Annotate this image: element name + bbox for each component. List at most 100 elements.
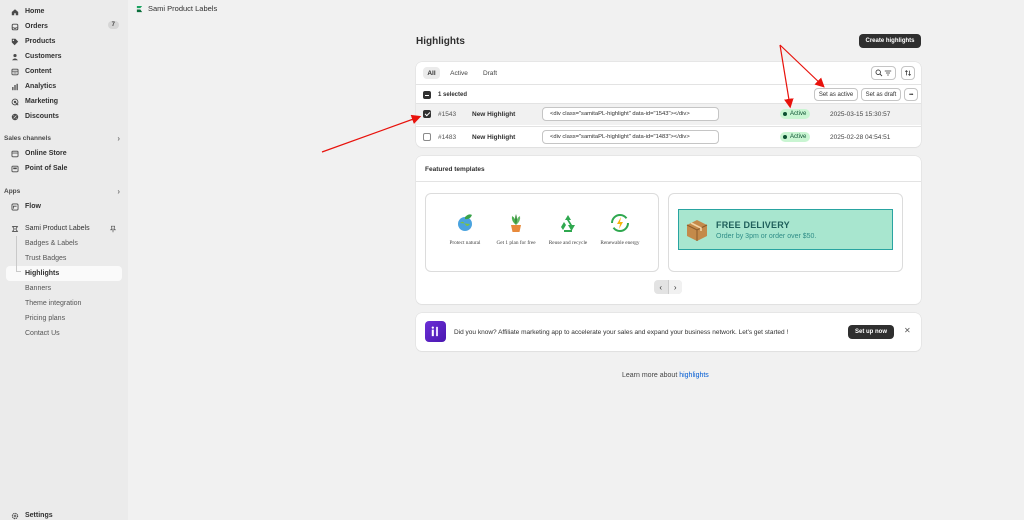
tree-line xyxy=(16,236,17,271)
free-delivery-template[interactable]: FREE DELIVERY Order by 3pm or order over… xyxy=(668,193,903,272)
nav-products[interactable]: Products xyxy=(0,34,128,49)
sidebar: Home Orders 7 Products Customers Content… xyxy=(0,0,128,520)
row-checkbox[interactable] xyxy=(423,133,431,141)
sub-trust-badges[interactable]: Trust Badges xyxy=(0,251,128,266)
next-page-button[interactable]: › xyxy=(667,280,682,294)
free-delivery-banner: FREE DELIVERY Order by 3pm or order over… xyxy=(678,209,893,250)
nav-label: Home xyxy=(25,8,45,15)
orders-icon xyxy=(11,23,19,31)
bulk-actions-bar: 1 selected Set as active Set as draft ••… xyxy=(416,84,921,104)
eco-item: Reuse and recycle xyxy=(543,212,593,246)
nav-analytics[interactable]: Analytics xyxy=(0,79,128,94)
filter-tabs: All Active Draft xyxy=(416,62,921,83)
create-highlights-button[interactable]: Create highlights xyxy=(859,34,921,48)
nav-home[interactable]: Home xyxy=(0,4,128,19)
delivery-text: FREE DELIVERY Order by 3pm or order over… xyxy=(716,220,816,240)
set-as-draft-button[interactable]: Set as draft xyxy=(861,88,901,101)
table-row[interactable]: #1543 New Highlight <div class="samitaPL… xyxy=(416,104,921,125)
embed-code-field[interactable]: <div class="samitaPL-highlight" data-id=… xyxy=(542,130,719,144)
tab-active[interactable]: Active xyxy=(446,67,472,79)
nav-label: Discounts xyxy=(25,113,59,120)
highlights-link[interactable]: highlights xyxy=(679,372,709,379)
row-date: 2025-03-15 15:30:57 xyxy=(830,111,891,118)
nav-online-store[interactable]: Online Store xyxy=(0,146,128,161)
banner-message: Did you know? Affiliate marketing app to… xyxy=(454,329,789,336)
set-up-now-button[interactable]: Set up now xyxy=(848,325,894,339)
flow-icon xyxy=(11,203,19,211)
embed-code-field[interactable]: <div class="samitaPL-highlight" data-id=… xyxy=(542,107,719,121)
tag-icon xyxy=(11,38,19,46)
nav-point-of-sale[interactable]: Point of Sale xyxy=(0,161,128,176)
renewable-energy-icon xyxy=(611,214,629,232)
table-row[interactable]: #1483 New Highlight <div class="samitaPL… xyxy=(416,126,921,147)
search-filter-button[interactable] xyxy=(871,66,896,80)
eco-item: Renewable energy xyxy=(595,212,645,246)
sami-logo-icon xyxy=(11,225,19,233)
nav-label: Content xyxy=(25,68,52,75)
status-label: Active xyxy=(790,134,807,140)
eco-label: Reuse and recycle xyxy=(548,240,588,246)
divider xyxy=(416,181,921,182)
nav-settings[interactable]: Settings xyxy=(0,508,128,520)
annotation-arrow xyxy=(321,114,422,153)
orders-count-badge: 7 xyxy=(107,21,119,29)
select-all-checkbox[interactable] xyxy=(423,91,431,99)
sub-contact-us[interactable]: Contact Us xyxy=(0,326,128,341)
eco-label: Renewable energy xyxy=(600,240,640,246)
home-icon xyxy=(11,8,19,16)
eco-template[interactable]: Protect natural Get 1 plan for free Reus… xyxy=(425,193,659,272)
learn-more-text: Learn more about xyxy=(622,372,678,379)
sub-badges-labels[interactable]: Badges & Labels xyxy=(0,236,128,251)
chevron-left-icon: ‹ xyxy=(659,282,663,292)
apps-heading[interactable]: Apps › xyxy=(0,184,128,199)
search-icon xyxy=(875,69,883,77)
row-name[interactable]: New Highlight xyxy=(472,134,515,141)
tab-all[interactable]: All xyxy=(423,67,440,79)
close-icon[interactable]: ✕ xyxy=(904,326,911,335)
affiliate-logo-icon xyxy=(431,326,439,337)
analytics-icon xyxy=(11,83,19,91)
app-title-bar: Sami Product Labels xyxy=(136,4,217,13)
chevron-right-icon: › xyxy=(673,282,677,292)
selected-count: 1 selected xyxy=(438,92,468,98)
chevron-right-icon: › xyxy=(117,134,120,143)
row-name[interactable]: New Highlight xyxy=(472,111,515,118)
nav-sami-product-labels[interactable]: Sami Product Labels xyxy=(0,221,128,236)
delivery-subtext: Order by 3pm or order over $50. xyxy=(716,232,817,240)
pos-icon xyxy=(11,165,19,173)
pin-icon[interactable] xyxy=(109,225,117,235)
sales-channels-heading[interactable]: Sales channels › xyxy=(0,131,128,146)
sub-banners[interactable]: Banners xyxy=(0,281,128,296)
nav-label: Products xyxy=(25,38,56,45)
affiliate-banner-card: Did you know? Affiliate marketing app to… xyxy=(416,313,921,351)
sub-pricing-plans[interactable]: Pricing plans xyxy=(0,311,128,326)
featured-templates-card: Featured templates Protect natural Get 1… xyxy=(416,156,921,304)
sub-highlights[interactable]: Highlights xyxy=(6,266,122,281)
package-box-icon xyxy=(686,219,708,241)
nav-label: Marketing xyxy=(25,98,59,105)
nav-marketing[interactable]: Marketing xyxy=(0,94,128,109)
nav-customers[interactable]: Customers xyxy=(0,49,128,64)
tab-draft[interactable]: Draft xyxy=(478,67,502,79)
filter-icon xyxy=(884,70,892,76)
plant-pot-icon xyxy=(511,214,521,232)
featured-title: Featured templates xyxy=(425,166,485,173)
nav-content[interactable]: Content xyxy=(0,64,128,79)
sort-button[interactable] xyxy=(901,66,915,80)
more-actions-button[interactable]: ••• xyxy=(904,88,918,101)
learn-more: Learn more about highlights xyxy=(622,372,709,379)
prev-page-button[interactable]: ‹ xyxy=(654,280,668,294)
nav-label: Analytics xyxy=(25,83,57,90)
highlights-list-card: All Active Draft 1 selected Set as activ… xyxy=(416,62,921,147)
nav-flow[interactable]: Flow xyxy=(0,199,128,214)
eco-item: Protect natural xyxy=(440,212,490,246)
globe-leaf-icon xyxy=(458,214,472,231)
set-as-active-button[interactable]: Set as active xyxy=(814,88,858,101)
row-checkbox[interactable] xyxy=(423,110,431,118)
gear-icon xyxy=(11,512,19,520)
sub-theme-integration[interactable]: Theme integration xyxy=(0,296,128,311)
nav-discounts[interactable]: Discounts xyxy=(0,109,128,124)
nav-orders[interactable]: Orders 7 xyxy=(0,19,128,34)
nav-label: Sami Product Labels xyxy=(25,225,90,232)
status-label: Active xyxy=(790,111,807,117)
